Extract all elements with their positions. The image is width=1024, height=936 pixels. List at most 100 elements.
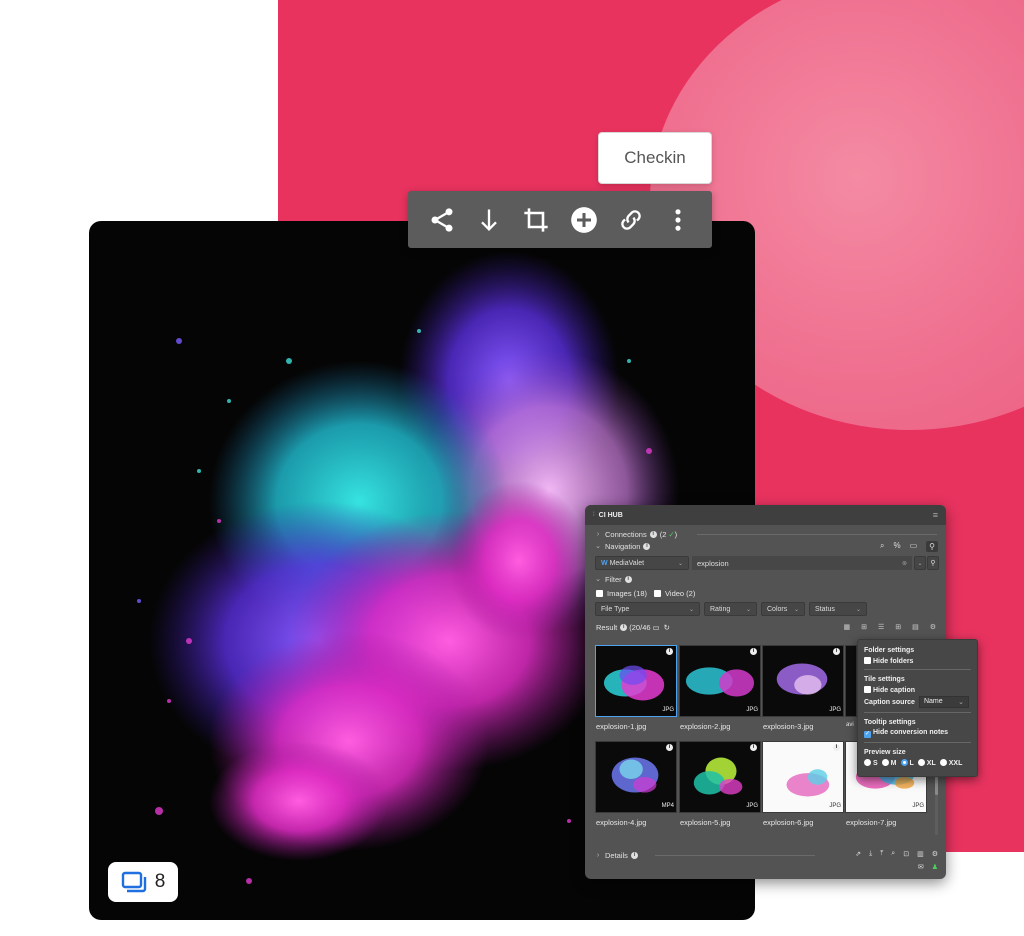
chevron-right-icon: › bbox=[596, 851, 600, 859]
image-toolbar bbox=[408, 191, 712, 248]
info-icon: i bbox=[624, 575, 632, 583]
divider bbox=[864, 742, 971, 743]
tile-caption: explosion-1.jpg bbox=[596, 722, 647, 731]
panel-tab-title[interactable]: CI HUB bbox=[599, 512, 623, 519]
badge-count: 8 bbox=[154, 871, 166, 892]
rating-filter[interactable]: Rating ⌄ bbox=[704, 602, 757, 616]
tile-caption: explosion-5.jpg bbox=[680, 818, 731, 827]
thumbnail-image bbox=[680, 646, 760, 716]
result-tile[interactable]: i JPG explosion-1.jpg bbox=[595, 645, 677, 735]
search-button[interactable]: ⚲ bbox=[927, 556, 939, 570]
search-icon[interactable]: ⚲ bbox=[926, 541, 938, 552]
result-label: Result bbox=[596, 622, 618, 632]
tile-caption: explosion-6.jpg bbox=[763, 818, 814, 827]
status-icon[interactable]: ♟ bbox=[932, 863, 938, 871]
grid-small-icon[interactable]: ⊞ bbox=[861, 623, 867, 631]
connections-label: Connections bbox=[605, 529, 647, 539]
size-option-s[interactable]: S bbox=[864, 759, 878, 767]
trash-icon[interactable]: ▥ bbox=[917, 850, 924, 858]
info-icon[interactable]: i bbox=[750, 648, 757, 655]
info-icon[interactable]: i bbox=[666, 744, 673, 751]
connections-count: (2 bbox=[659, 529, 667, 539]
hide-caption-checkbox[interactable] bbox=[864, 686, 871, 693]
source-select-value: W MediaValet bbox=[601, 559, 645, 567]
file-type-label: JPG bbox=[746, 803, 758, 809]
file-type-filter[interactable]: File Type ⌄ bbox=[595, 602, 700, 616]
grid-view-icon[interactable]: ⊞ bbox=[895, 623, 901, 631]
info-icon[interactable]: i bbox=[833, 744, 840, 751]
thumbnail-image bbox=[596, 646, 676, 716]
status-filter[interactable]: Status ⌄ bbox=[809, 602, 867, 616]
gear-icon[interactable]: ⚙ bbox=[932, 850, 938, 858]
add-button[interactable] bbox=[566, 202, 602, 238]
clear-icon[interactable]: ⊗ bbox=[902, 560, 907, 567]
link-small-icon[interactable]: % bbox=[893, 541, 900, 552]
file-type-label: MP4 bbox=[661, 803, 674, 809]
result-tile[interactable]: i JPG explosion-5.jpg bbox=[679, 741, 761, 831]
link-icon bbox=[621, 209, 641, 230]
hide-folders-option[interactable]: Hide folders bbox=[864, 657, 971, 665]
crop-button[interactable] bbox=[518, 202, 554, 238]
info-icon[interactable]: i bbox=[666, 648, 673, 655]
zoom-icon[interactable]: ⌕ bbox=[891, 850, 895, 858]
lock-icon[interactable]: ⊡ bbox=[903, 850, 909, 858]
search-dropdown[interactable]: ⌄ bbox=[914, 556, 926, 570]
info-icon: i bbox=[620, 623, 628, 631]
file-type-label: JPG bbox=[662, 707, 674, 713]
mail-icon[interactable]: ✉ bbox=[918, 863, 924, 871]
link-button[interactable] bbox=[613, 202, 649, 238]
caption-source-select[interactable]: Name ⌄ bbox=[918, 696, 969, 708]
source-select[interactable]: W MediaValet ⌄ bbox=[595, 556, 689, 570]
upload-icon[interactable]: ⤒ bbox=[880, 850, 883, 858]
info-icon: i bbox=[643, 542, 651, 550]
paren-close: ) bbox=[674, 529, 678, 539]
refresh-icon[interactable]: ↻ bbox=[664, 623, 670, 632]
size-option-xl[interactable]: XL bbox=[917, 759, 936, 767]
more-button[interactable] bbox=[660, 202, 696, 238]
video-checkbox[interactable] bbox=[654, 589, 662, 597]
navigation-row[interactable]: ⌄ Navigation i ⌕ % ▭ ⚲ bbox=[585, 539, 946, 553]
thumbnail-image bbox=[680, 742, 760, 812]
folder-icon[interactable]: ▭ bbox=[910, 541, 918, 552]
list-detail-icon[interactable]: ☰ bbox=[878, 623, 884, 631]
panel-menu-icon[interactable]: ≡ bbox=[933, 510, 938, 520]
folder-outline-icon: ▭ bbox=[652, 622, 660, 632]
result-tile[interactable]: avi bbox=[845, 645, 857, 735]
colors-filter[interactable]: Colors ⌄ bbox=[761, 602, 805, 616]
hide-conversion-notes-option[interactable]: ✓ Hide conversion notes bbox=[864, 729, 971, 738]
download-button[interactable] bbox=[471, 202, 507, 238]
result-tile[interactable]: i MP4 explosion-4.jpg bbox=[595, 741, 677, 831]
result-tile[interactable]: i JPG explosion-6.jpg bbox=[762, 741, 844, 831]
filter-row[interactable]: ⌄ Filter i bbox=[585, 573, 946, 585]
thumbnail-image bbox=[763, 742, 843, 812]
zoom-icon[interactable]: ⌕ bbox=[880, 541, 884, 552]
stack-count-badge[interactable]: 8 bbox=[108, 862, 178, 902]
media-type-filters: Images (18) Video (2) bbox=[596, 587, 946, 599]
folder-settings-heading: Folder settings bbox=[864, 647, 915, 654]
size-option-xxl[interactable]: XXL bbox=[939, 759, 962, 767]
list-view-icon[interactable]: ▦ bbox=[843, 623, 850, 631]
details-actions: ⇗ ⤓ ⤒ ⌕ ⊡ ▥ ⚙ bbox=[855, 850, 938, 858]
info-icon[interactable]: i bbox=[750, 744, 757, 751]
size-option-m[interactable]: M bbox=[881, 759, 897, 767]
hide-caption-option[interactable]: Hide caption bbox=[864, 686, 971, 694]
preview-icon[interactable]: ▤ bbox=[912, 623, 919, 631]
images-checkbox[interactable] bbox=[596, 589, 603, 597]
result-tile[interactable]: i JPG explosion-3.jpg bbox=[762, 645, 844, 735]
share-button[interactable] bbox=[424, 202, 460, 238]
checkin-tooltip[interactable]: Checkin bbox=[598, 132, 712, 184]
chevron-down-icon: ⌄ bbox=[958, 699, 964, 706]
result-count: (20/46 bbox=[629, 622, 651, 632]
hide-conversion-notes-checkbox[interactable]: ✓ bbox=[864, 731, 871, 738]
search-input[interactable]: explosion ⊗ bbox=[692, 556, 912, 570]
download-icon[interactable]: ⤓ bbox=[869, 850, 872, 858]
chevron-down-icon: ⌄ bbox=[595, 576, 601, 583]
size-option-l[interactable]: L bbox=[900, 759, 914, 767]
external-link-icon[interactable]: ⇗ bbox=[855, 850, 861, 858]
file-type-label: JPG bbox=[829, 803, 841, 809]
hide-folders-checkbox[interactable] bbox=[864, 657, 871, 664]
result-tile[interactable]: i JPG explosion-2.jpg bbox=[679, 645, 761, 735]
layers-icon bbox=[121, 871, 146, 893]
gear-icon[interactable]: ⚙ bbox=[930, 623, 936, 631]
info-icon[interactable]: i bbox=[833, 648, 840, 655]
